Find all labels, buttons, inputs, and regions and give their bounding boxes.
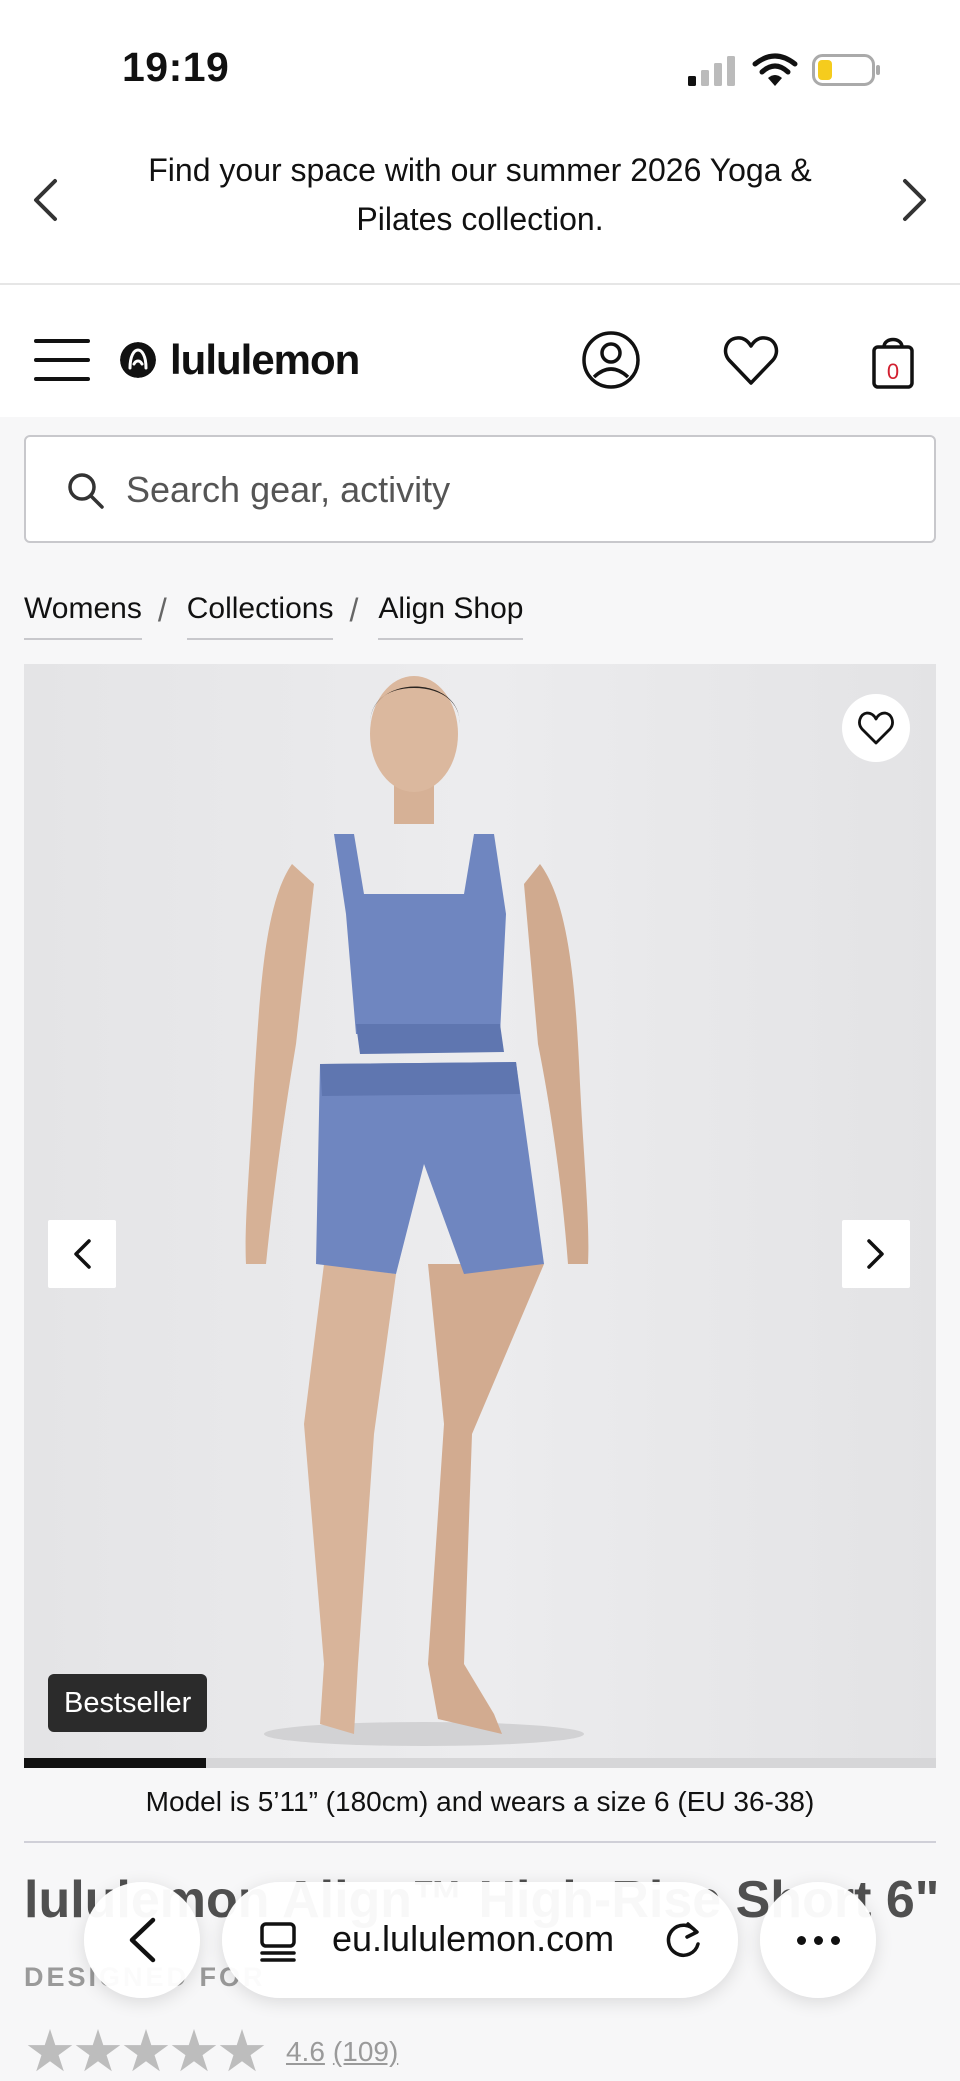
breadcrumb-separator: / [349,592,359,628]
hamburger-line [34,339,90,343]
menu-button[interactable] [34,339,90,381]
status-time: 19:19 [122,44,230,90]
more-dot [796,1935,806,1945]
bestseller-badge: Bestseller [48,1674,208,1732]
promo-prev-button[interactable] [20,170,70,230]
reload-icon[interactable] [662,1918,706,1962]
search-box[interactable] [24,435,936,543]
address-bar[interactable]: eu.lululemon.com [222,1882,738,1998]
chevron-right-icon [903,179,926,221]
tabs-icon [260,1922,296,1962]
lululemon-logo-icon [120,342,156,378]
search-icon [68,473,104,509]
image-progress-track [24,1758,936,1768]
review-count[interactable]: (109) [333,2036,398,2068]
product-image-carousel[interactable]: Bestseller [24,664,936,1760]
wishlist-button[interactable] [720,329,782,391]
breadcrumb-align-shop[interactable]: Align Shop [378,592,524,640]
battery-icon [812,54,880,86]
more-dot [830,1935,840,1945]
account-button[interactable] [580,329,642,391]
hamburger-line [34,358,90,362]
rating-stars-icon: ★★★★★ [24,2019,268,2081]
product-rating[interactable]: ★★★★★ 4.6 (109) [24,2019,398,2081]
brand-logo[interactable]: lululemon [120,335,360,385]
cart-count: 0 [887,359,899,384]
image-next-button[interactable] [842,1220,910,1288]
breadcrumb-separator: / [157,592,167,628]
heart-icon [858,711,894,745]
cart-button[interactable]: 0 [862,329,924,391]
model-size-note: Model is 5’11” (180cm) and wears a size … [145,1786,815,1817]
wifi-icon [752,53,798,86]
rating-value[interactable]: 4.6 [286,2036,325,2068]
product-model-image [245,676,589,1746]
chevron-right-icon [867,1239,884,1269]
chevron-left-icon [34,179,57,221]
heart-icon [723,336,779,385]
breadcrumb-collections[interactable]: Collections [186,592,334,640]
hamburger-line [34,377,90,381]
user-icon [582,331,640,389]
chevron-left-icon [129,1917,156,1963]
image-progress-fill [24,1758,207,1768]
breadcrumb: Womens / Collections / Align Shop [24,592,524,648]
status-bar: 19:19 [0,0,960,120]
more-dot [813,1935,823,1945]
promo-text[interactable]: Find your space with our summer 2026 Yog… [110,146,850,244]
chevron-left-icon [74,1239,91,1269]
site-header: lululemon 0 [0,287,960,417]
promo-banner: Find your space with our summer 2026 Yog… [0,130,960,285]
divider [24,1841,936,1843]
search-input[interactable] [126,463,886,517]
breadcrumb-womens[interactable]: Womens [24,592,142,640]
brand-name: lululemon [170,336,360,383]
url-text[interactable]: eu.lululemon.com [332,1918,614,1960]
browser-back-button[interactable] [84,1882,200,1998]
shopping-bag-icon: 0 [872,337,914,389]
image-prev-button[interactable] [48,1220,116,1288]
cellular-signal-icon [688,56,735,86]
promo-next-button[interactable] [890,170,940,230]
browser-more-button[interactable] [760,1882,876,1998]
add-to-wishlist-button[interactable] [842,694,910,762]
